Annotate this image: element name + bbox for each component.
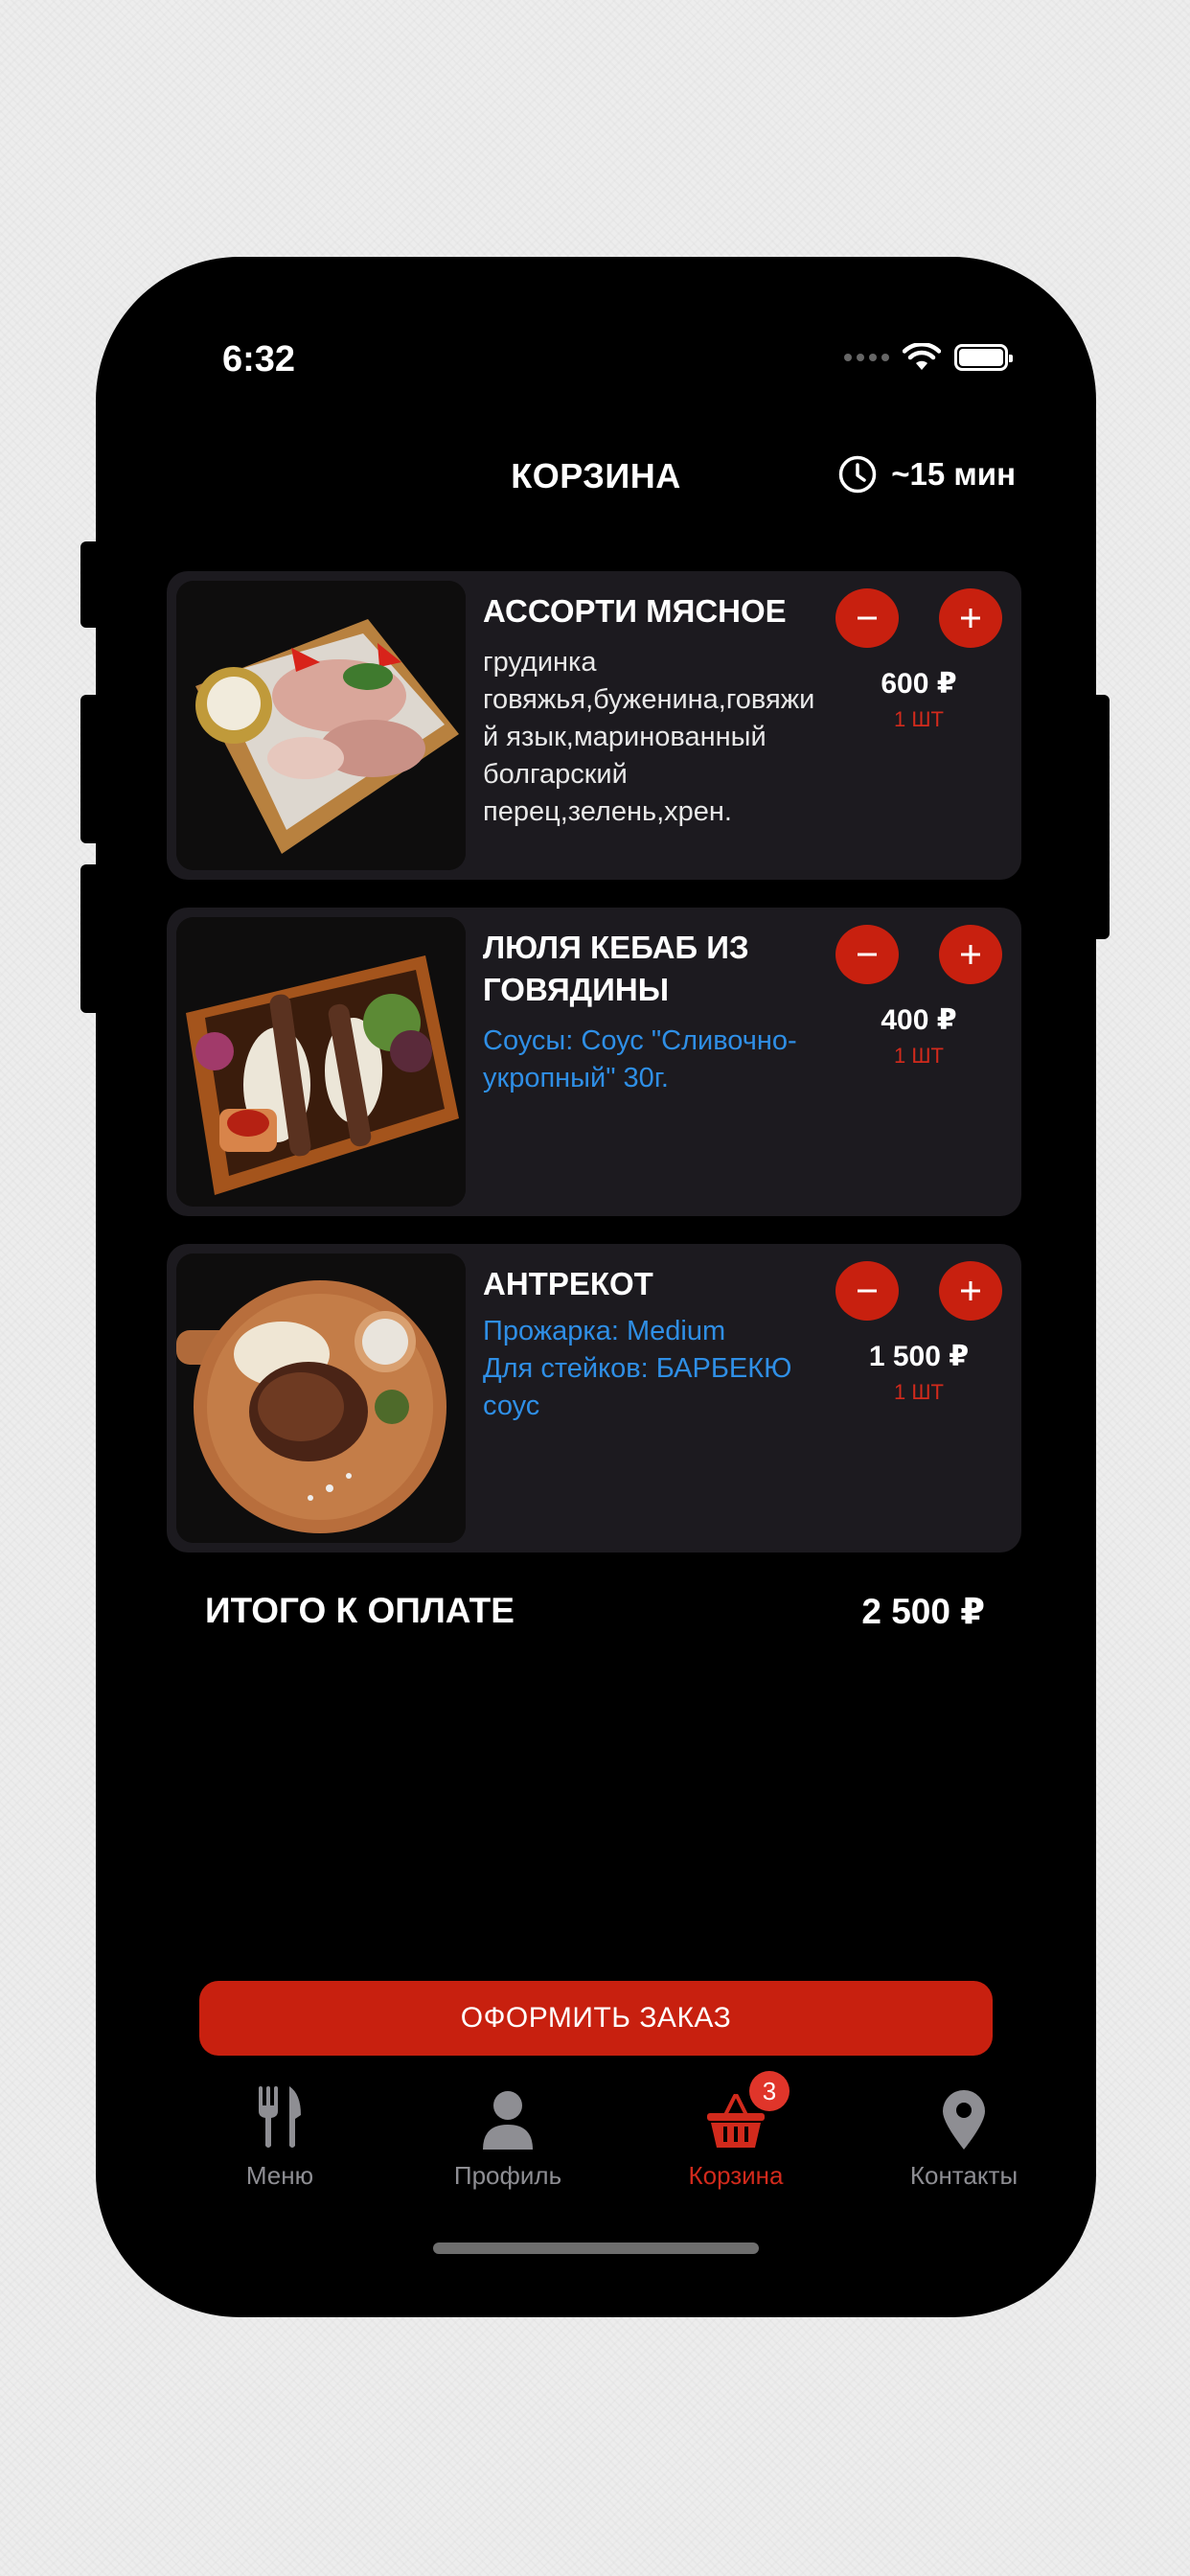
status-icons bbox=[844, 343, 1013, 372]
item-photo-lula-kebab bbox=[176, 917, 466, 1207]
plus-icon bbox=[961, 945, 980, 964]
decrease-quantity-button[interactable] bbox=[835, 588, 899, 648]
checkout-button[interactable]: ОФОРМИТЬ ЗАКАЗ bbox=[199, 1981, 993, 2056]
tab-bar: Меню Профиль 3 Корзина Контакты bbox=[96, 2071, 1096, 2197]
item-name: ЛЮЛЯ КЕБАБ ИЗ ГОВЯДИНЫ bbox=[483, 930, 749, 1007]
decrease-quantity-button[interactable] bbox=[835, 1261, 899, 1321]
status-time: 6:32 bbox=[222, 339, 296, 380]
total-label: ИТОГО К ОПЛАТЕ bbox=[205, 1591, 515, 1630]
item-description: грудинка говяжья,буженина,говяжий язык,м… bbox=[483, 647, 815, 827]
tab-menu[interactable]: Меню bbox=[184, 2082, 376, 2191]
item-options: Прожарка: Medium Для стейков: БАРБЕКЮ со… bbox=[483, 1316, 792, 1421]
increase-quantity-button[interactable] bbox=[939, 925, 1002, 984]
wifi-icon bbox=[903, 343, 941, 370]
tab-cart[interactable]: 3 Корзина bbox=[640, 2071, 832, 2191]
cellular-signal-icon bbox=[844, 354, 889, 361]
increase-quantity-button[interactable] bbox=[939, 588, 1002, 648]
minus-icon bbox=[858, 616, 877, 620]
item-options: Соусы: Соус "Сливочно-укропный" 30г. bbox=[483, 1025, 797, 1093]
tab-label: Профиль bbox=[453, 2161, 562, 2190]
tab-profile[interactable]: Профиль bbox=[412, 2082, 604, 2191]
total-value: 2 500 ₽ bbox=[861, 1592, 985, 1631]
item-price: 400 ₽ bbox=[881, 1004, 957, 1036]
cart-item: АНТРЕКОТ Прожарка: Medium Для стейков: Б… bbox=[167, 1244, 1021, 1552]
increase-quantity-button[interactable] bbox=[939, 1261, 1002, 1321]
item-photo-entrecote bbox=[176, 1254, 466, 1543]
tab-label: Контакты bbox=[909, 2161, 1018, 2190]
plus-icon bbox=[961, 1281, 980, 1300]
decrease-quantity-button[interactable] bbox=[835, 925, 899, 984]
person-icon bbox=[483, 2091, 533, 2150]
delivery-eta: ~15 мин bbox=[837, 454, 1016, 494]
item-name: АССОРТИ МЯСНОЕ bbox=[483, 593, 787, 629]
phone-screen: 6:32 КОРЗИНА ~15 мин АССОРТИ МЯСНОЕ груд… bbox=[96, 257, 1096, 2317]
item-quantity: 1 ШТ bbox=[894, 707, 944, 731]
item-price: 600 ₽ bbox=[881, 668, 957, 700]
minus-icon bbox=[858, 1289, 877, 1293]
item-quantity: 1 ШТ bbox=[894, 1380, 944, 1404]
minus-icon bbox=[858, 953, 877, 956]
fork-knife-icon bbox=[259, 2086, 301, 2148]
item-name: АНТРЕКОТ bbox=[483, 1266, 653, 1301]
cart-item: ЛЮЛЯ КЕБАБ ИЗ ГОВЯДИНЫ Соусы: Соус "Слив… bbox=[167, 908, 1021, 1216]
tab-label: Меню bbox=[245, 2161, 314, 2190]
cart-items: АССОРТИ МЯСНОЕ грудинка говяжья,буженина… bbox=[167, 571, 1021, 1580]
plus-icon bbox=[961, 609, 980, 628]
item-photo-meat-platter bbox=[176, 581, 466, 870]
eta-text: ~15 мин bbox=[891, 456, 1016, 492]
battery-icon bbox=[954, 344, 1013, 371]
tab-contacts[interactable]: Контакты bbox=[868, 2082, 1060, 2191]
clock-icon bbox=[838, 455, 877, 494]
item-quantity: 1 ШТ bbox=[894, 1044, 944, 1068]
cart-item: АССОРТИ МЯСНОЕ грудинка говяжья,буженина… bbox=[167, 571, 1021, 880]
item-price: 1 500 ₽ bbox=[868, 1341, 970, 1372]
location-pin-icon bbox=[943, 2090, 985, 2150]
cart-count-badge: 3 bbox=[749, 2071, 790, 2111]
tab-label: Корзина bbox=[688, 2161, 784, 2190]
home-indicator bbox=[433, 2242, 759, 2254]
